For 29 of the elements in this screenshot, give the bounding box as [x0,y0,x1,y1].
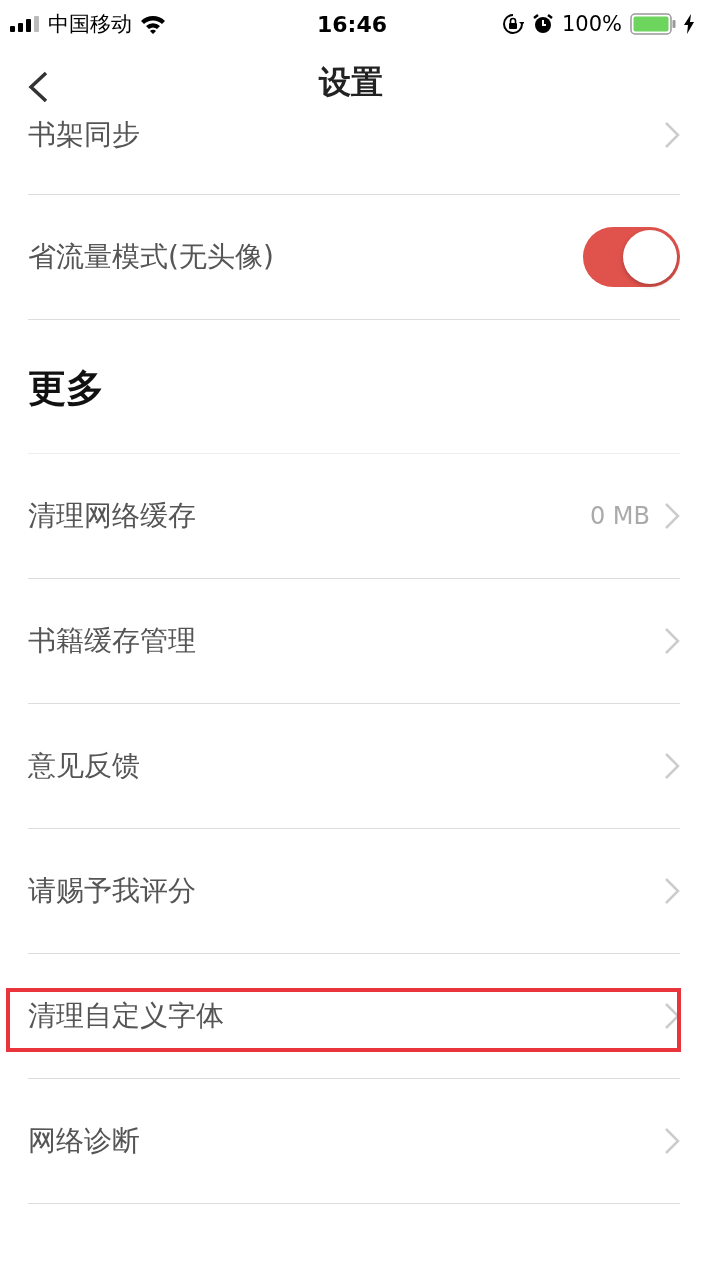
page-title: 设置 [319,62,383,103]
battery-icon [630,13,676,35]
settings-row[interactable]: 清理自定义字体 [28,954,680,1079]
settings-row[interactable]: 书籍缓存管理 [28,579,680,704]
setting-label: 意见反馈 [28,748,141,784]
setting-value: 0 MB [589,502,650,530]
setting-label: 请赐予我评分 [28,873,197,909]
settings-row[interactable]: 网络诊断 [28,1079,680,1204]
battery-percent: 100% [561,12,622,36]
settings-row[interactable]: 请赐予我评分 [28,829,680,954]
section-header: 更多 [28,365,104,412]
settings-row[interactable]: 意见反馈 [28,704,680,829]
wifi-icon [140,14,166,34]
rotation-lock-icon [501,13,524,35]
setting-label: 书架同步 [28,118,141,153]
settings-row[interactable]: 清理网络缓存 0 MB [28,454,680,579]
setting-label: 书籍缓存管理 [28,623,197,659]
chevron-right-icon[interactable] [664,1002,680,1030]
setting-label: 清理自定义字体 [28,998,225,1034]
setting-label: 省流量模式(无头像) [28,239,275,275]
carrier-name: 中国移动 [48,11,132,38]
clock-time: 16:46 [317,11,387,37]
settings-row[interactable]: 书架同步 [28,118,680,195]
alarm-icon [531,13,554,35]
setting-label: 网络诊断 [28,1123,141,1159]
signal-icon [10,16,40,32]
setting-label: 清理网络缓存 [28,498,197,534]
charging-bolt-icon [684,14,694,34]
toggle-switch[interactable] [583,227,680,287]
